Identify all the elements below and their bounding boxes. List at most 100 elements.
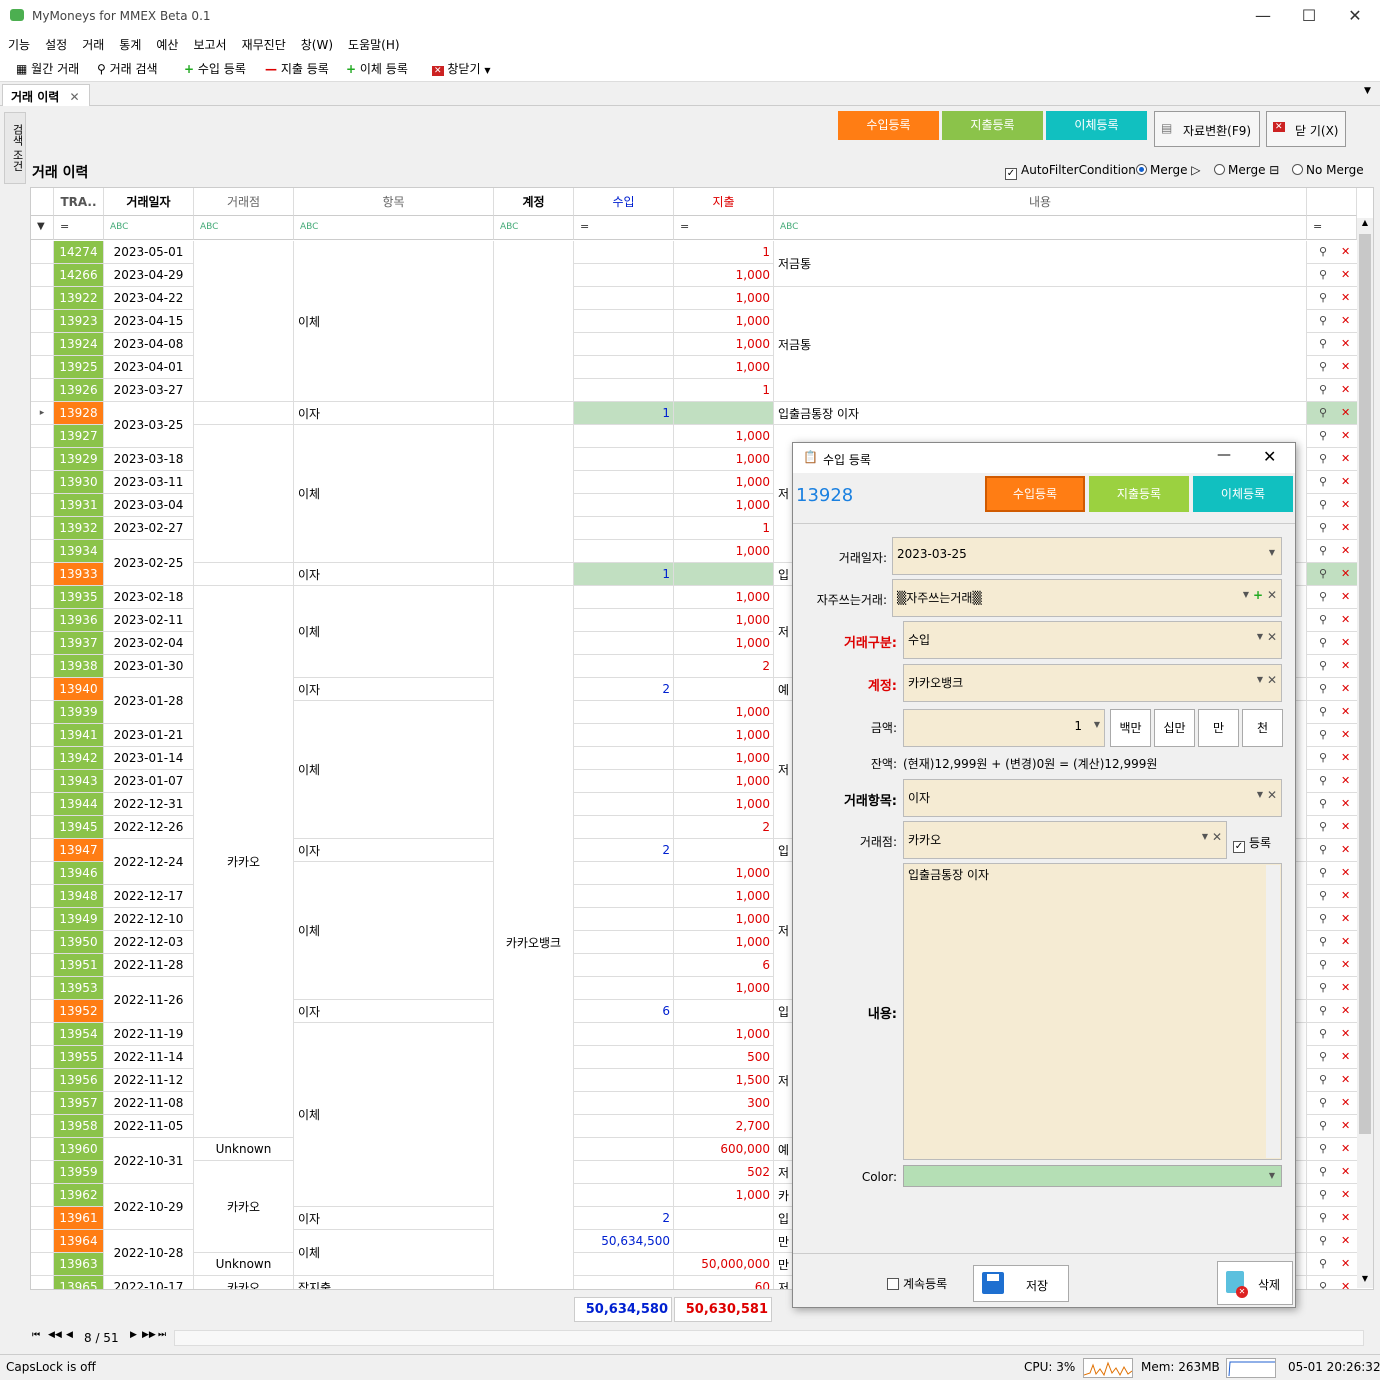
delete-row-icon[interactable]: ✕: [1341, 935, 1350, 948]
expense-cell[interactable]: 1,000: [674, 632, 774, 655]
expense-cell[interactable]: 2: [674, 655, 774, 678]
search-icon[interactable]: ⚲: [1319, 1073, 1327, 1086]
filter-icon[interactable]: ▼: [31, 216, 54, 240]
income-cell[interactable]: [574, 379, 674, 402]
filter-cell-expense[interactable]: =: [674, 216, 774, 240]
filter-cell-income[interactable]: =: [574, 216, 674, 240]
first-page-icon[interactable]: ⏮: [32, 1330, 40, 1340]
transaction-id-cell[interactable]: 13952: [54, 1000, 104, 1023]
delete-row-icon[interactable]: ✕: [1341, 314, 1350, 327]
convert-button[interactable]: ▤ 자료변환(F9): [1154, 111, 1260, 147]
payee-select[interactable]: 카카오 ▼ ✕: [903, 821, 1227, 859]
search-icon[interactable]: ⚲: [1319, 1280, 1327, 1289]
col-header-id[interactable]: TRA..: [54, 188, 104, 216]
delete-row-icon[interactable]: ✕: [1341, 659, 1350, 672]
clear-icon[interactable]: ✕: [1212, 830, 1222, 844]
delete-row-icon[interactable]: ✕: [1341, 1096, 1350, 1109]
search-icon[interactable]: ⚲: [1319, 429, 1327, 442]
expense-cell[interactable]: [674, 402, 774, 425]
transaction-id-cell[interactable]: 13953: [54, 977, 104, 1000]
income-cell[interactable]: [574, 586, 674, 609]
horizontal-scrollbar[interactable]: [174, 1330, 1364, 1346]
category-cell[interactable]: 이체: [294, 425, 494, 563]
category-cell[interactable]: 이체: [294, 1023, 494, 1207]
search-icon[interactable]: ⚲: [1319, 843, 1327, 856]
income-cell[interactable]: [574, 1276, 674, 1289]
delete-row-icon[interactable]: ✕: [1341, 1050, 1350, 1063]
filter-cell-category[interactable]: ABC: [294, 216, 494, 240]
row-indicator[interactable]: [31, 701, 54, 724]
date-cell[interactable]: 2022-11-26: [104, 977, 194, 1023]
col-header-expense[interactable]: 지출: [674, 188, 774, 216]
date-cell[interactable]: 2022-10-31: [104, 1138, 194, 1184]
income-cell[interactable]: [574, 862, 674, 885]
row-indicator[interactable]: [31, 1276, 54, 1289]
category-cell[interactable]: 이자: [294, 678, 494, 701]
menu-item[interactable]: 설정: [37, 32, 74, 53]
transaction-id-cell[interactable]: 13935: [54, 586, 104, 609]
row-indicator[interactable]: ▸: [31, 402, 54, 425]
transaction-id-cell[interactable]: 13944: [54, 793, 104, 816]
date-cell[interactable]: 2022-10-17: [104, 1276, 194, 1289]
search-icon[interactable]: ⚲: [1319, 820, 1327, 833]
date-cell[interactable]: 2023-02-11: [104, 609, 194, 632]
date-cell[interactable]: 2023-03-18: [104, 448, 194, 471]
row-indicator[interactable]: [31, 356, 54, 379]
payee-cell[interactable]: Unknown: [194, 1138, 294, 1161]
expense-cell[interactable]: 1,000: [674, 1023, 774, 1046]
search-icon[interactable]: ⚲: [1319, 245, 1327, 258]
expense-cell[interactable]: 1,000: [674, 471, 774, 494]
category-cell[interactable]: 이체: [294, 701, 494, 839]
income-cell[interactable]: [574, 609, 674, 632]
income-cell[interactable]: 2: [574, 839, 674, 862]
transaction-id-cell[interactable]: 13929: [54, 448, 104, 471]
account-cell[interactable]: [494, 402, 574, 425]
date-cell[interactable]: 2022-11-19: [104, 1023, 194, 1046]
search-icon[interactable]: ⚲: [1319, 981, 1327, 994]
notes-textarea[interactable]: 입출금통장 이자: [903, 863, 1282, 1160]
category-cell[interactable]: 이체: [294, 862, 494, 1000]
search-icon[interactable]: ⚲: [1319, 1188, 1327, 1201]
row-indicator[interactable]: [31, 379, 54, 402]
row-indicator[interactable]: [31, 1000, 54, 1023]
transaction-id-cell[interactable]: 13950: [54, 931, 104, 954]
menu-item[interactable]: 창(W): [293, 32, 340, 53]
search-icon[interactable]: ⚲: [1319, 636, 1327, 649]
row-indicator[interactable]: [31, 793, 54, 816]
search-icon[interactable]: ⚲: [1319, 682, 1327, 695]
search-icon[interactable]: ⚲: [1319, 935, 1327, 948]
row-indicator[interactable]: [31, 1253, 54, 1276]
expense-cell[interactable]: 1,000: [674, 310, 774, 333]
transaction-id-cell[interactable]: 13965: [54, 1276, 104, 1289]
delete-button[interactable]: ✕ 삭제: [1217, 1261, 1293, 1305]
income-cell[interactable]: [574, 517, 674, 540]
row-indicator[interactable]: [31, 1069, 54, 1092]
thousand-button[interactable]: 천: [1242, 709, 1283, 747]
favorite-select[interactable]: ▒자주쓰는거래▒ ▼ + ✕: [892, 579, 1282, 617]
row-indicator[interactable]: [31, 931, 54, 954]
row-indicator[interactable]: [31, 471, 54, 494]
transaction-id-cell[interactable]: 13930: [54, 471, 104, 494]
expense-cell[interactable]: 1,000: [674, 425, 774, 448]
menu-item[interactable]: 보고서: [185, 32, 233, 53]
col-header-date[interactable]: 거래일자: [104, 188, 194, 216]
transaction-id-cell[interactable]: 13936: [54, 609, 104, 632]
income-register-button[interactable]: 수입등록: [838, 111, 939, 140]
transaction-id-cell[interactable]: 13923: [54, 310, 104, 333]
row-indicator[interactable]: [31, 885, 54, 908]
delete-row-icon[interactable]: ✕: [1341, 613, 1350, 626]
income-cell[interactable]: [574, 724, 674, 747]
income-cell[interactable]: [574, 1115, 674, 1138]
date-cell[interactable]: 2023-04-15: [104, 310, 194, 333]
row-indicator[interactable]: [31, 678, 54, 701]
delete-row-icon[interactable]: ✕: [1341, 1165, 1350, 1178]
delete-row-icon[interactable]: ✕: [1341, 1073, 1350, 1086]
expense-cell[interactable]: 600,000: [674, 1138, 774, 1161]
search-icon[interactable]: ⚲: [1319, 797, 1327, 810]
merge-right-radio[interactable]: Merge ▷: [1136, 163, 1201, 177]
delete-row-icon[interactable]: ✕: [1341, 774, 1350, 787]
expense-cell[interactable]: 1,000: [674, 494, 774, 517]
menu-item[interactable]: 재무진단: [234, 32, 293, 53]
row-indicator[interactable]: [31, 954, 54, 977]
close-tab-icon[interactable]: ✕: [70, 90, 80, 104]
